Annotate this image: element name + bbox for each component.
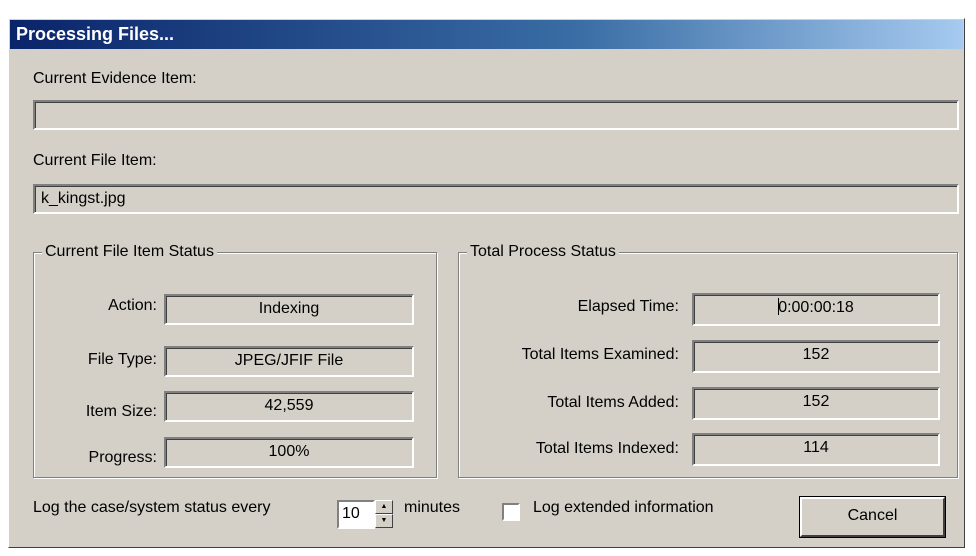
elapsed-time-text: 0:00:00:18 bbox=[778, 299, 854, 316]
dialog-title[interactable]: Processing Files... bbox=[10, 20, 963, 49]
processing-files-dialog: Processing Files... Current Evidence Ite… bbox=[8, 18, 965, 548]
spin-up-button[interactable]: ▲ bbox=[375, 500, 393, 514]
total-items-examined-label: Total Items Examined: bbox=[521, 346, 679, 363]
current-file-item-status-group: Current File Item Status Action: Indexin… bbox=[33, 243, 437, 478]
total-items-added-label: Total Items Added: bbox=[547, 394, 679, 411]
total-process-status-title: Total Process Status bbox=[467, 243, 619, 261]
arrow-down-icon: ▼ bbox=[380, 517, 388, 524]
total-items-examined-value: 152 bbox=[692, 340, 940, 373]
progress-label: Progress: bbox=[88, 449, 157, 466]
total-items-indexed-label: Total Items Indexed: bbox=[535, 440, 679, 457]
arrow-up-icon: ▲ bbox=[380, 503, 388, 510]
minutes-label: minutes bbox=[404, 499, 461, 516]
current-file-item-status-title: Current File Item Status bbox=[42, 243, 217, 261]
log-extended-label[interactable]: Log extended information bbox=[533, 499, 714, 517]
log-interval-input[interactable]: 10 bbox=[337, 500, 375, 529]
total-items-added-value: 152 bbox=[692, 387, 940, 420]
current-evidence-item-label: Current Evidence Item: bbox=[33, 70, 197, 87]
action-value: Indexing bbox=[164, 294, 414, 325]
file-type-value: JPEG/JFIF File bbox=[164, 346, 414, 377]
cancel-button[interactable]: Cancel bbox=[799, 496, 946, 538]
log-extended-checkbox[interactable] bbox=[502, 503, 520, 521]
item-size-value: 42,559 bbox=[164, 391, 414, 422]
action-label: Action: bbox=[108, 297, 157, 314]
spin-down-button[interactable]: ▼ bbox=[375, 514, 393, 528]
item-size-label: Item Size: bbox=[85, 403, 157, 420]
elapsed-time-label: Elapsed Time: bbox=[577, 298, 679, 315]
current-evidence-item-field bbox=[33, 100, 959, 130]
total-process-status-group: Total Process Status Elapsed Time: 0:00:… bbox=[458, 243, 958, 478]
current-file-item-label: Current File Item: bbox=[33, 152, 157, 169]
current-file-item-field: k_kingst.jpg bbox=[33, 184, 959, 214]
elapsed-time-value: 0:00:00:18 bbox=[692, 293, 940, 326]
total-items-indexed-value: 114 bbox=[692, 433, 940, 466]
log-interval-label: Log the case/system status every bbox=[33, 499, 271, 516]
progress-value: 100% bbox=[164, 437, 414, 468]
file-type-label: File Type: bbox=[87, 351, 157, 368]
